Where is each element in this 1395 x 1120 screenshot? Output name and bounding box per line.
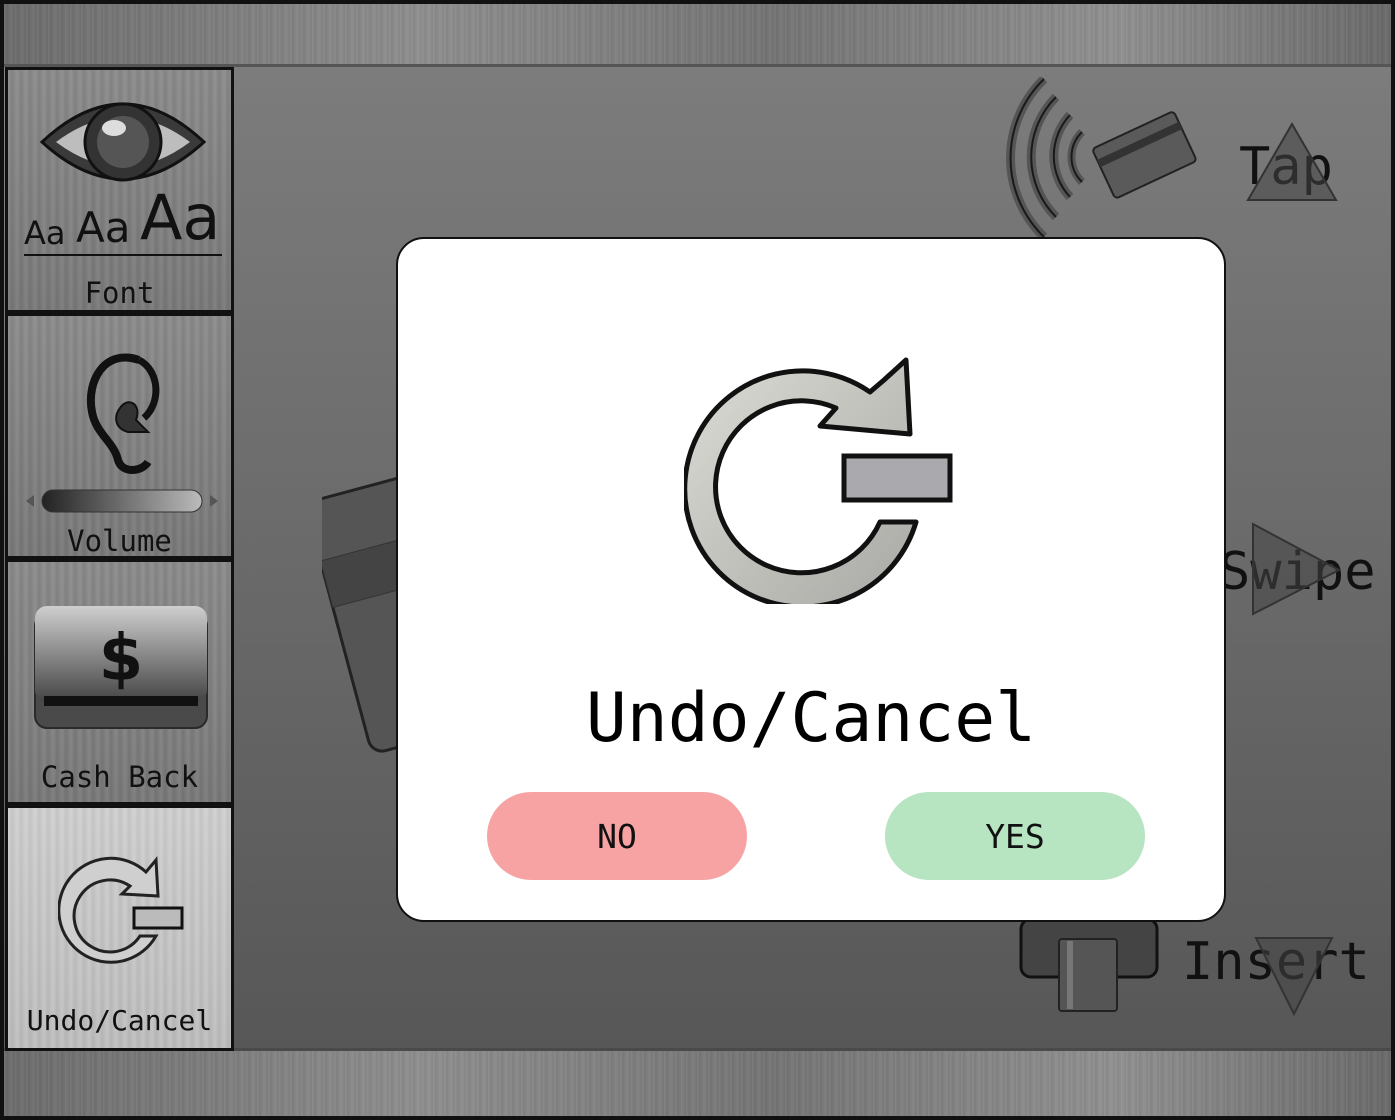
sidebar-item-undo-cancel[interactable]: Undo/Cancel (5, 805, 234, 1051)
font-sample-small: Aa (24, 214, 66, 252)
cash-back-icon: $ (34, 606, 208, 729)
chip-reader-icon[interactable] (1019, 917, 1164, 1017)
sidebar-item-label: Cash Back (40, 760, 199, 794)
undo-cancel-dialog: Undo/Cancel NO YES (396, 237, 1226, 922)
no-button[interactable]: NO (487, 792, 747, 880)
yes-button[interactable]: YES (885, 792, 1145, 880)
sidebar-item-label: Volume (67, 524, 172, 558)
sidebar-item-label: Undo/Cancel (26, 1004, 213, 1037)
sidebar-item-font[interactable]: Aa Aa Aa Font (5, 67, 234, 313)
insert-arrow-icon[interactable] (1254, 934, 1334, 1016)
undo-cancel-icon (684, 357, 953, 604)
sidebar-item-cash-back[interactable]: $ Cash Back (5, 559, 234, 805)
contactless-card-icon[interactable] (984, 77, 1204, 242)
ear-icon (86, 353, 160, 474)
font-sample-medium: Aa (76, 203, 131, 252)
svg-text:$: $ (99, 622, 144, 696)
dialog-title: Undo/Cancel (585, 679, 1037, 758)
swipe-arrow-icon[interactable] (1251, 522, 1341, 617)
font-sample-large: Aa (140, 181, 221, 254)
undo-cancel-icon (58, 856, 184, 964)
volume-slider[interactable] (22, 486, 222, 516)
eye-icon (39, 102, 207, 182)
tap-arrow-icon[interactable] (1246, 122, 1338, 202)
sidebar-item-label: Font (84, 276, 155, 310)
font-size-samples: Aa Aa Aa (24, 181, 222, 256)
sidebar: Aa Aa Aa Font Volume $ Cash Back Undo/Ca… (4, 65, 238, 1052)
kiosk-screen: Tap Swipe Insert (0, 0, 1395, 1120)
top-bar (4, 4, 1391, 67)
sidebar-item-volume[interactable]: Volume (5, 313, 234, 559)
bottom-bar (4, 1048, 1391, 1116)
